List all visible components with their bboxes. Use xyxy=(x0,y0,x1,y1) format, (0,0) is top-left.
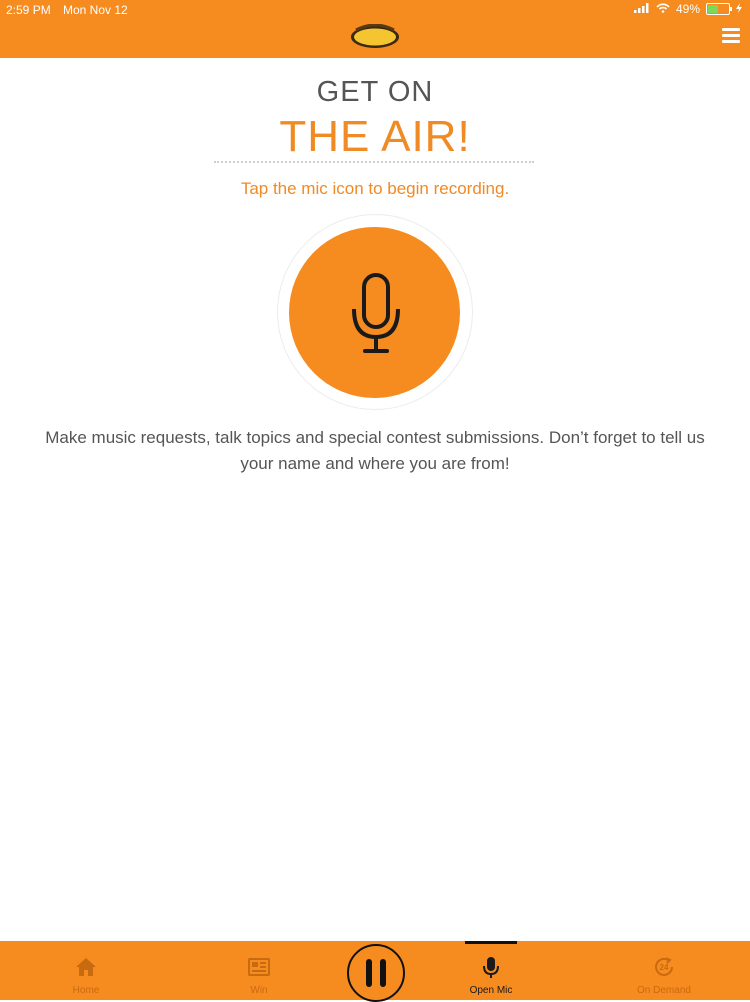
tab-home[interactable]: Home xyxy=(26,941,146,1000)
description-text: Make music requests, talk topics and spe… xyxy=(45,428,705,473)
status-bar: 2:59 PM Mon Nov 12 49% xyxy=(0,0,750,20)
tab-open-mic[interactable]: Open Mic xyxy=(431,941,551,1000)
charging-icon xyxy=(736,2,742,16)
signal-icon xyxy=(633,2,650,16)
status-right: 49% xyxy=(633,2,742,16)
tab-home-label: Home xyxy=(72,985,100,996)
tab-on-demand[interactable]: 24 On Demand xyxy=(604,941,724,1000)
battery-percent: 49% xyxy=(675,2,700,16)
home-icon xyxy=(76,958,96,976)
wifi-icon xyxy=(656,2,670,16)
menu-button[interactable] xyxy=(722,28,740,44)
clock-24-icon: 24 xyxy=(655,957,673,976)
hamburger-icon xyxy=(722,28,740,31)
tab-on-demand-label: On Demand xyxy=(637,985,691,996)
microphone-icon xyxy=(352,273,400,353)
microphone-icon xyxy=(483,957,499,978)
svg-text:24: 24 xyxy=(660,963,669,972)
status-time: 2:59 PM xyxy=(6,3,51,17)
instruction-text: Tap the mic icon to begin recording. xyxy=(240,179,510,198)
pause-button[interactable] xyxy=(347,944,405,1002)
top-bar: 2:59 PM Mon Nov 12 49% xyxy=(0,0,750,58)
tab-win[interactable]: Win xyxy=(199,941,319,1000)
battery-icon xyxy=(706,3,732,15)
record-mic-button[interactable] xyxy=(289,227,460,398)
tab-open-mic-label: Open Mic xyxy=(469,985,513,996)
heading-line-2: THE AIR! xyxy=(279,112,471,161)
tab-win-label: Win xyxy=(250,985,268,996)
station-logo xyxy=(350,23,400,50)
news-icon xyxy=(248,958,270,976)
dotted-divider xyxy=(214,161,534,163)
status-date: Mon Nov 12 xyxy=(63,3,128,17)
active-tab-indicator xyxy=(465,941,517,944)
heading-line-1: GET ON xyxy=(316,76,434,108)
